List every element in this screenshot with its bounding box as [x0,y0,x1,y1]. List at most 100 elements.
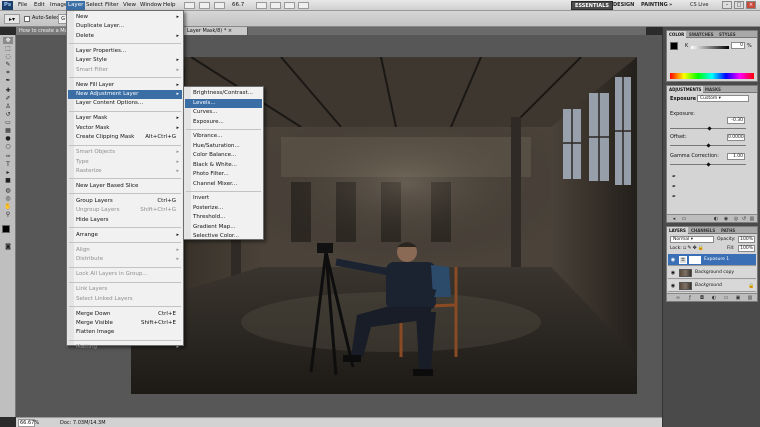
tab-adjustments[interactable]: ADJUSTMENTS [667,86,704,93]
quick-mask-icon[interactable]: ◙ [3,243,13,250]
type-tool-icon[interactable]: T [3,161,13,168]
menu-help[interactable]: Help [161,1,178,10]
layer-menu-item-layer-content-options[interactable]: Layer Content Options... [68,99,182,108]
adjustment-menu-item-levels[interactable]: Levels... [185,98,262,108]
layer-menu-item-layer-style[interactable]: Layer Style ▸ [68,56,182,65]
path-selection-tool-icon[interactable]: ▸ [3,169,13,176]
tab-styles[interactable]: STYLES [717,31,738,38]
adjustment-menu-item-exposure[interactable]: Exposure... [185,118,262,127]
blur-tool-icon[interactable]: ● [3,135,13,142]
fill-input[interactable]: 100% [738,245,755,252]
adjustment-menu-item-threshold[interactable]: Threshold... [185,213,262,222]
k-value-input[interactable]: 0 [731,42,745,49]
3d-rotate-tool-icon[interactable]: ◍ [3,187,13,194]
adjustment-menu-item-selective-color[interactable]: Selective Color... [185,232,262,241]
previous-state-icon[interactable]: ◎ [733,216,739,222]
adjustment-menu-item-gradient-map[interactable]: Gradient Map... [185,223,262,232]
status-zoom-field[interactable]: 66.67% [18,419,39,427]
layer-menu-item-hide-layers[interactable]: Hide Layers [68,216,182,225]
layer-menu-item-layer-mask[interactable]: Layer Mask ▸ [68,114,182,123]
adjustment-menu-item-brightness-contrast[interactable]: Brightness/Contrast... [185,89,262,98]
menu-filter[interactable]: Filter [103,1,121,10]
layer-row-background-copy[interactable]: ◉ Background copy [668,267,756,279]
lasso-tool-icon[interactable]: ◌ [3,53,13,60]
adjustment-menu-item-vibrance[interactable]: Vibrance... [185,132,262,141]
layer-menu-item-flatten-image[interactable]: Flatten Image [68,328,182,337]
layer-menu-item-new[interactable]: New ▸ [68,13,182,22]
zoom-tool-icon[interactable]: ⚲ [3,211,13,218]
lock-icons[interactable]: ▫✎✥🔒 [683,245,705,251]
quick-select-tool-icon[interactable]: ✎ [3,61,13,68]
more-workspaces[interactable]: » [666,1,675,10]
eye-icon[interactable]: ◉ [670,270,676,276]
layer-menu-item-new-layer-based-slice[interactable]: New Layer Based Slice [68,182,182,191]
offset-slider-knob[interactable] [706,143,711,148]
shape-tool-icon[interactable]: ■ [3,177,13,184]
trash-icon[interactable]: ▥ [749,216,755,222]
adjustment-menu-item-curves[interactable]: Curves... [185,108,262,117]
adjustment-menu-item-photo-filter[interactable]: Photo Filter... [185,170,262,179]
healing-brush-tool-icon[interactable]: ✚ [3,87,13,94]
eye-icon[interactable]: ◉ [670,257,676,263]
layer-menu-item-delete[interactable]: Delete ▸ [68,32,182,41]
layer-menu-item-vector-mask[interactable]: Vector Mask ▸ [68,124,182,133]
marquee-tool-icon[interactable]: ⬚ [3,45,13,52]
tab-masks[interactable]: MASKS [703,86,723,93]
gradient-tool-icon[interactable]: ▦ [3,127,13,134]
layer-menu-item-new-fill-layer[interactable]: New Fill Layer ▸ [68,81,182,90]
gamma-slider-knob[interactable] [706,162,711,167]
foreground-color-swatch[interactable] [2,225,10,233]
blend-mode-dropdown[interactable]: Normal ▾ [670,236,714,243]
eyedropper-gray-icon[interactable]: ✒ [672,184,676,190]
hand-tool-icon[interactable]: ✋ [3,203,13,210]
cs-live[interactable]: CS Live [690,1,708,10]
pen-tool-icon[interactable]: ✑ [3,153,13,160]
layer-menu-item-create-clipping-mask[interactable]: Create Clipping Mask Alt+Ctrl+G [68,133,182,142]
offset-input[interactable]: 0.0000 [727,134,745,141]
layer-menu-item-group-layers[interactable]: Group Layers Ctrl+G [68,197,182,206]
hand-tool-icon[interactable] [256,2,267,9]
menu-view[interactable]: View [121,1,138,10]
view-extras-icon[interactable] [214,2,225,9]
close-button[interactable]: × [746,1,756,9]
adjustment-menu-item-channel-mixer[interactable]: Channel Mixer... [185,180,262,189]
layer-menu-item-new-adjustment-layer[interactable]: New Adjustment Layer ▸ [68,90,182,99]
clone-stamp-tool-icon[interactable]: ♙ [3,103,13,110]
menu-select[interactable]: Select [84,1,105,10]
dodge-tool-icon[interactable]: ○ [3,143,13,150]
new-group-icon[interactable]: ▭ [723,295,729,301]
visibility-icon[interactable]: ◉ [723,216,729,222]
tab-swatches[interactable]: SWATCHES [687,31,716,38]
color-spectrum-bar[interactable] [670,73,754,79]
eyedropper-black-icon[interactable]: ✒ [672,174,676,180]
preset-dropdown[interactable]: Custom ▾ [697,95,749,102]
new-layer-icon[interactable]: ▣ [735,295,741,301]
exposure-slider-knob[interactable] [707,126,712,131]
menu-window[interactable]: Window [138,1,164,10]
adjustment-layer-icon[interactable]: ◐ [711,295,717,301]
move-tool-icon[interactable]: ✥ [3,37,13,44]
workspace-essentials[interactable]: ESSENTIALS [571,1,613,10]
minimize-button[interactable]: – [722,1,732,9]
menu-edit[interactable]: Edit [32,1,47,10]
clip-icon[interactable]: ◐ [713,216,719,222]
menu-file[interactable]: File [16,1,29,10]
return-icon[interactable]: ◂ [671,216,677,222]
delete-layer-icon[interactable]: ▥ [747,295,753,301]
auto-select-checkbox[interactable] [24,16,30,22]
eyedropper-tool-icon[interactable]: ✒ [3,77,13,84]
arrange-documents-icon[interactable] [284,2,295,9]
screen-mode-icon[interactable] [298,2,309,9]
k-slider[interactable] [691,46,729,49]
workspace-design[interactable]: DESIGN [610,1,637,10]
adjustment-menu-item-invert[interactable]: Invert [185,194,262,203]
move-tool-preset-icon[interactable]: ▸▾ [4,14,20,24]
reset-icon[interactable]: ↺ [741,216,747,222]
zoom-level[interactable]: 66.7 [232,1,244,10]
layer-menu-item-layer-properties[interactable]: Layer Properties... [68,47,182,56]
tab-layers[interactable]: LAYERS [667,227,688,234]
3d-orbit-tool-icon[interactable]: ◎ [3,195,13,202]
layer-menu-item-arrange[interactable]: Arrange ▸ [68,231,182,240]
layer-mask-thumbnail[interactable] [689,256,701,264]
eraser-tool-icon[interactable]: ▭ [3,119,13,126]
